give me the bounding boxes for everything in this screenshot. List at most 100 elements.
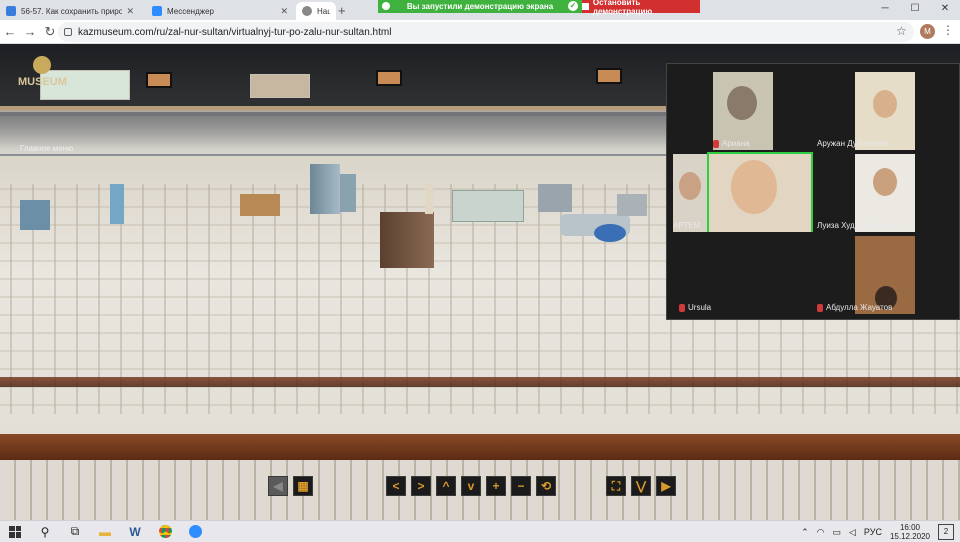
- start-button[interactable]: [0, 521, 30, 542]
- building-model: [538, 184, 572, 212]
- hide-controls-button[interactable]: ⋁: [631, 476, 651, 496]
- pan-right-button[interactable]: >: [411, 476, 431, 496]
- language-indicator[interactable]: РУС: [864, 527, 882, 537]
- fullscreen-button[interactable]: ⛶: [606, 476, 626, 496]
- participant-tile[interactable]: Аружан Дуйсенова: [817, 70, 915, 150]
- stop-share-button[interactable]: Остановить демонстрацию: [582, 0, 700, 16]
- museum-logo-text: MUSEUM: [18, 76, 67, 88]
- close-tab-icon[interactable]: ✕: [126, 6, 134, 17]
- zoom-in-button[interactable]: +: [486, 476, 506, 496]
- participant-name: Ursula: [679, 303, 711, 312]
- participant-tile[interactable]: Абдулла Жауатов: [817, 234, 915, 314]
- tab-title: 56-57. Как сохранить природу д: [21, 6, 123, 16]
- autorotate-button[interactable]: ⟲: [536, 476, 556, 496]
- tab-lesson[interactable]: 56-57. Как сохранить природу д ✕: [0, 2, 140, 20]
- chevron-down-icon: v: [467, 479, 475, 493]
- dome-model: [594, 224, 626, 242]
- railing-beam: [0, 377, 960, 387]
- address-bar[interactable]: kazmuseum.com/ru/zal-nur-sultan/virtualn…: [58, 22, 914, 42]
- baiterek-model: [425, 184, 433, 214]
- participant-name: Луиза Худайбергенова: [817, 221, 902, 230]
- windows-taskbar: ⚲ ⧉ ▬ W ⌃ ◠ ▭ ◁ РУС 16:00 15.12.2020 2: [0, 520, 960, 542]
- stop-icon: [582, 3, 589, 10]
- chevron-left-icon: <: [392, 479, 400, 493]
- zoom-app-icon[interactable]: [180, 521, 210, 542]
- notifications-button[interactable]: 2: [938, 524, 954, 540]
- display-screen: [146, 72, 172, 88]
- main-menu-link[interactable]: Главное меню: [20, 144, 73, 153]
- participant-tile[interactable]: Ursula: [671, 234, 811, 314]
- next-scene-button[interactable]: ▶: [656, 476, 676, 496]
- exhibit-case: [250, 74, 310, 98]
- pan-down-button[interactable]: v: [461, 476, 481, 496]
- task-view-icon[interactable]: ⧉: [60, 521, 90, 542]
- rotate-icon: ⟲: [540, 479, 552, 493]
- active-speaker-tile[interactable]: [707, 152, 813, 232]
- chrome-icon[interactable]: [150, 521, 180, 542]
- participant-tile[interactable]: Луиза Худайбергенова: [817, 152, 915, 232]
- participant-face: [873, 168, 897, 196]
- lock-icon: [64, 28, 72, 36]
- zoom-out-button[interactable]: −: [511, 476, 531, 496]
- file-explorer-icon[interactable]: ▬: [90, 521, 120, 542]
- profile-avatar[interactable]: M: [920, 24, 935, 39]
- search-icon[interactable]: ⚲: [30, 521, 60, 542]
- bookmark-star-icon[interactable]: ☆: [896, 24, 907, 38]
- building-model: [20, 200, 50, 230]
- back-icon[interactable]: ←: [0, 24, 20, 39]
- pan-up-button[interactable]: ^: [436, 476, 456, 496]
- tab-favicon-icon: [6, 6, 16, 16]
- museum-emblem-icon: [33, 56, 52, 74]
- kebab-menu-icon[interactable]: ⋮: [942, 23, 954, 37]
- browser-toolbar: ← → ↻ kazmuseum.com/ru/zal-nur-sultan/vi…: [0, 20, 960, 44]
- mic-muted-icon: [817, 303, 823, 312]
- tab-strip: 56-57. Как сохранить природу д ✕ Мессенд…: [0, 0, 960, 20]
- next-icon: ▶: [661, 479, 671, 493]
- word-icon[interactable]: W: [120, 521, 150, 542]
- volume-icon[interactable]: ◁: [849, 527, 856, 538]
- railing-handrail: [0, 434, 960, 460]
- notification-count: 2: [943, 527, 949, 536]
- grid-icon: ▦: [297, 479, 309, 493]
- screen-share-banner: Вы запустили демонстрацию экрана ✓ Остан…: [378, 0, 700, 16]
- tower-model: [310, 164, 340, 214]
- reload-icon[interactable]: ↻: [40, 24, 60, 40]
- participant-video: [709, 154, 811, 232]
- panorama-controls-right: ⛶ ⋁ ▶: [606, 476, 676, 496]
- tab-museum[interactable]: Национальный м: [296, 2, 336, 20]
- prev-scene-button[interactable]: ◀: [268, 476, 288, 496]
- tower-model: [380, 212, 434, 268]
- chevron-right-icon: >: [417, 479, 425, 493]
- chevron-up-icon[interactable]: ⌃: [801, 527, 809, 538]
- chevron-up-icon: ^: [442, 479, 450, 493]
- url-text: kazmuseum.com/ru/zal-nur-sultan/virtualn…: [78, 26, 392, 38]
- battery-icon[interactable]: ▭: [832, 527, 841, 538]
- participant-face: [731, 160, 777, 214]
- forward-icon[interactable]: →: [20, 24, 40, 39]
- clock-date: 15.12.2020: [889, 532, 930, 541]
- tab-title: Мессенджер: [167, 6, 214, 16]
- participant-name: Аружан Дуйсенова: [817, 139, 888, 148]
- wifi-icon[interactable]: ◠: [817, 527, 825, 538]
- museum-logo: MUSEUM: [18, 56, 67, 88]
- thumbnails-button[interactable]: ▦: [293, 476, 313, 496]
- close-window-icon[interactable]: ✕: [930, 0, 960, 20]
- participant-name: Ариана: [713, 139, 750, 148]
- share-status-label: Вы запустили демонстрацию экрана: [406, 2, 554, 11]
- building-model: [452, 190, 524, 222]
- participant-tile[interactable]: Ариана: [711, 70, 773, 150]
- tab-messenger[interactable]: Мессенджер ✕: [146, 2, 294, 20]
- share-indicator-icon: [382, 2, 390, 10]
- maximize-icon[interactable]: ☐: [900, 0, 930, 20]
- participant-tile[interactable]: АРТЕМ: [671, 152, 707, 232]
- tab-title: Национальный м: [317, 6, 330, 16]
- panorama-controls-nav: < > ^ v + − ⟲: [386, 476, 556, 496]
- share-status: Вы запустили демонстрацию экрана ✓: [378, 0, 582, 13]
- pan-left-button[interactable]: <: [386, 476, 406, 496]
- close-tab-icon[interactable]: ✕: [280, 6, 288, 17]
- new-tab-button[interactable]: +: [338, 3, 346, 18]
- panorama-controls-left: ◀ ▦: [268, 476, 313, 496]
- minimize-icon[interactable]: ─: [870, 0, 900, 20]
- clock[interactable]: 16:00 15.12.2020: [890, 523, 930, 541]
- chevron-down-double-icon: ⋁: [636, 479, 646, 493]
